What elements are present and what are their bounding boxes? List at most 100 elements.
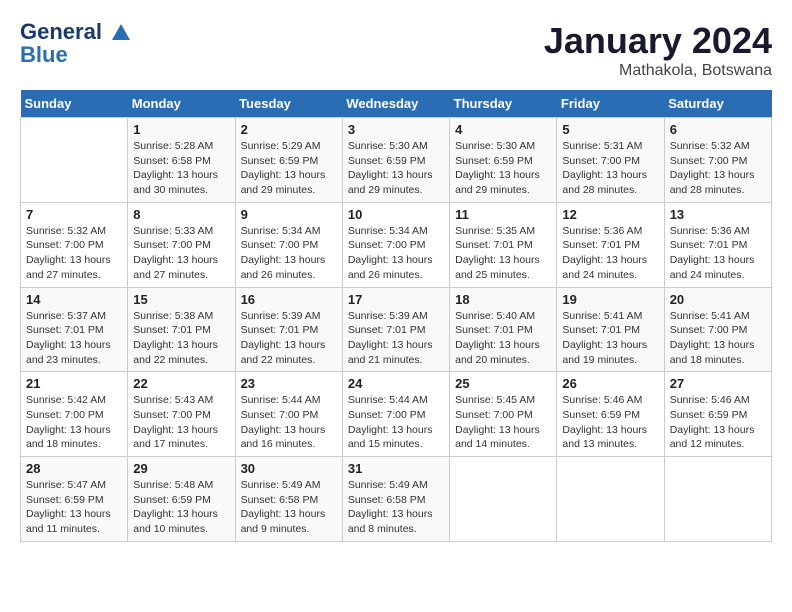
calendar-cell: 8 Sunrise: 5:33 AM Sunset: 7:00 PM Dayli… xyxy=(128,202,235,287)
daylight: Daylight: 13 hours and 28 minutes. xyxy=(562,168,658,197)
calendar-cell: 20 Sunrise: 5:41 AM Sunset: 7:00 PM Dayl… xyxy=(664,287,771,372)
weekday-header-monday: Monday xyxy=(128,90,235,118)
calendar-cell: 27 Sunrise: 5:46 AM Sunset: 6:59 PM Dayl… xyxy=(664,372,771,457)
daylight: Daylight: 13 hours and 27 minutes. xyxy=(26,253,122,282)
sunrise: Sunrise: 5:28 AM xyxy=(133,139,229,154)
sun-info: Sunrise: 5:29 AM Sunset: 6:59 PM Dayligh… xyxy=(241,139,337,198)
logo-general: General xyxy=(20,19,102,44)
daylight: Daylight: 13 hours and 22 minutes. xyxy=(133,338,229,367)
calendar-cell: 31 Sunrise: 5:49 AM Sunset: 6:58 PM Dayl… xyxy=(342,457,449,542)
page-header: General Blue January 2024 Mathakola, Bot… xyxy=(20,20,772,80)
calendar-cell: 25 Sunrise: 5:45 AM Sunset: 7:00 PM Dayl… xyxy=(450,372,557,457)
daylight: Daylight: 13 hours and 24 minutes. xyxy=(562,253,658,282)
daylight: Daylight: 13 hours and 10 minutes. xyxy=(133,507,229,536)
sunrise: Sunrise: 5:42 AM xyxy=(26,393,122,408)
calendar-week-4: 21 Sunrise: 5:42 AM Sunset: 7:00 PM Dayl… xyxy=(21,372,772,457)
day-number: 16 xyxy=(241,292,337,307)
day-number: 10 xyxy=(348,207,444,222)
day-number: 2 xyxy=(241,122,337,137)
calendar-cell: 29 Sunrise: 5:48 AM Sunset: 6:59 PM Dayl… xyxy=(128,457,235,542)
day-number: 28 xyxy=(26,461,122,476)
sunrise: Sunrise: 5:46 AM xyxy=(670,393,766,408)
daylight: Daylight: 13 hours and 30 minutes. xyxy=(133,168,229,197)
sun-info: Sunrise: 5:49 AM Sunset: 6:58 PM Dayligh… xyxy=(348,478,444,537)
sunrise: Sunrise: 5:33 AM xyxy=(133,224,229,239)
day-number: 1 xyxy=(133,122,229,137)
sunrise: Sunrise: 5:35 AM xyxy=(455,224,551,239)
sun-info: Sunrise: 5:28 AM Sunset: 6:58 PM Dayligh… xyxy=(133,139,229,198)
calendar-cell: 22 Sunrise: 5:43 AM Sunset: 7:00 PM Dayl… xyxy=(128,372,235,457)
sunrise: Sunrise: 5:47 AM xyxy=(26,478,122,493)
sun-info: Sunrise: 5:34 AM Sunset: 7:00 PM Dayligh… xyxy=(348,224,444,283)
sunrise: Sunrise: 5:36 AM xyxy=(562,224,658,239)
sunrise: Sunrise: 5:46 AM xyxy=(562,393,658,408)
location-subtitle: Mathakola, Botswana xyxy=(544,62,772,80)
daylight: Daylight: 13 hours and 24 minutes. xyxy=(670,253,766,282)
sunrise: Sunrise: 5:41 AM xyxy=(670,309,766,324)
sunset: Sunset: 7:01 PM xyxy=(455,238,551,253)
weekday-header-friday: Friday xyxy=(557,90,664,118)
daylight: Daylight: 13 hours and 14 minutes. xyxy=(455,423,551,452)
sunrise: Sunrise: 5:48 AM xyxy=(133,478,229,493)
calendar-cell: 13 Sunrise: 5:36 AM Sunset: 7:01 PM Dayl… xyxy=(664,202,771,287)
calendar-cell: 28 Sunrise: 5:47 AM Sunset: 6:59 PM Dayl… xyxy=(21,457,128,542)
sun-info: Sunrise: 5:32 AM Sunset: 7:00 PM Dayligh… xyxy=(670,139,766,198)
calendar-cell: 21 Sunrise: 5:42 AM Sunset: 7:00 PM Dayl… xyxy=(21,372,128,457)
logo: General Blue xyxy=(20,20,132,66)
sun-info: Sunrise: 5:44 AM Sunset: 7:00 PM Dayligh… xyxy=(348,393,444,452)
sun-info: Sunrise: 5:41 AM Sunset: 7:00 PM Dayligh… xyxy=(670,309,766,368)
sunset: Sunset: 6:58 PM xyxy=(133,154,229,169)
daylight: Daylight: 13 hours and 29 minutes. xyxy=(241,168,337,197)
day-number: 8 xyxy=(133,207,229,222)
sun-info: Sunrise: 5:39 AM Sunset: 7:01 PM Dayligh… xyxy=(241,309,337,368)
sunrise: Sunrise: 5:30 AM xyxy=(348,139,444,154)
sun-info: Sunrise: 5:47 AM Sunset: 6:59 PM Dayligh… xyxy=(26,478,122,537)
sunset: Sunset: 6:59 PM xyxy=(26,493,122,508)
sunrise: Sunrise: 5:38 AM xyxy=(133,309,229,324)
month-title: January 2024 xyxy=(544,20,772,62)
weekday-header-tuesday: Tuesday xyxy=(235,90,342,118)
calendar-cell: 2 Sunrise: 5:29 AM Sunset: 6:59 PM Dayli… xyxy=(235,118,342,203)
sun-info: Sunrise: 5:45 AM Sunset: 7:00 PM Dayligh… xyxy=(455,393,551,452)
calendar-week-5: 28 Sunrise: 5:47 AM Sunset: 6:59 PM Dayl… xyxy=(21,457,772,542)
daylight: Daylight: 13 hours and 16 minutes. xyxy=(241,423,337,452)
sunset: Sunset: 7:01 PM xyxy=(348,323,444,338)
sunset: Sunset: 7:00 PM xyxy=(562,154,658,169)
day-number: 26 xyxy=(562,376,658,391)
day-number: 19 xyxy=(562,292,658,307)
sun-info: Sunrise: 5:33 AM Sunset: 7:00 PM Dayligh… xyxy=(133,224,229,283)
sunset: Sunset: 7:01 PM xyxy=(26,323,122,338)
sunrise: Sunrise: 5:30 AM xyxy=(455,139,551,154)
calendar-cell: 10 Sunrise: 5:34 AM Sunset: 7:00 PM Dayl… xyxy=(342,202,449,287)
sunset: Sunset: 7:00 PM xyxy=(241,408,337,423)
sun-info: Sunrise: 5:36 AM Sunset: 7:01 PM Dayligh… xyxy=(670,224,766,283)
daylight: Daylight: 13 hours and 25 minutes. xyxy=(455,253,551,282)
calendar-cell: 9 Sunrise: 5:34 AM Sunset: 7:00 PM Dayli… xyxy=(235,202,342,287)
sunset: Sunset: 6:59 PM xyxy=(455,154,551,169)
calendar-table: SundayMondayTuesdayWednesdayThursdayFrid… xyxy=(20,90,772,542)
day-number: 23 xyxy=(241,376,337,391)
day-number: 17 xyxy=(348,292,444,307)
sunrise: Sunrise: 5:32 AM xyxy=(670,139,766,154)
day-number: 31 xyxy=(348,461,444,476)
sunrise: Sunrise: 5:49 AM xyxy=(241,478,337,493)
sunrise: Sunrise: 5:39 AM xyxy=(241,309,337,324)
sunset: Sunset: 7:01 PM xyxy=(133,323,229,338)
day-number: 7 xyxy=(26,207,122,222)
day-number: 11 xyxy=(455,207,551,222)
sunset: Sunset: 6:59 PM xyxy=(133,493,229,508)
calendar-cell: 18 Sunrise: 5:40 AM Sunset: 7:01 PM Dayl… xyxy=(450,287,557,372)
calendar-cell: 15 Sunrise: 5:38 AM Sunset: 7:01 PM Dayl… xyxy=(128,287,235,372)
sunrise: Sunrise: 5:29 AM xyxy=(241,139,337,154)
day-number: 24 xyxy=(348,376,444,391)
sunset: Sunset: 7:00 PM xyxy=(455,408,551,423)
sunset: Sunset: 7:01 PM xyxy=(562,238,658,253)
sun-info: Sunrise: 5:44 AM Sunset: 7:00 PM Dayligh… xyxy=(241,393,337,452)
calendar-cell: 24 Sunrise: 5:44 AM Sunset: 7:00 PM Dayl… xyxy=(342,372,449,457)
daylight: Daylight: 13 hours and 8 minutes. xyxy=(348,507,444,536)
calendar-cell: 6 Sunrise: 5:32 AM Sunset: 7:00 PM Dayli… xyxy=(664,118,771,203)
daylight: Daylight: 13 hours and 18 minutes. xyxy=(26,423,122,452)
calendar-cell: 12 Sunrise: 5:36 AM Sunset: 7:01 PM Dayl… xyxy=(557,202,664,287)
sunset: Sunset: 7:01 PM xyxy=(241,323,337,338)
sunrise: Sunrise: 5:40 AM xyxy=(455,309,551,324)
